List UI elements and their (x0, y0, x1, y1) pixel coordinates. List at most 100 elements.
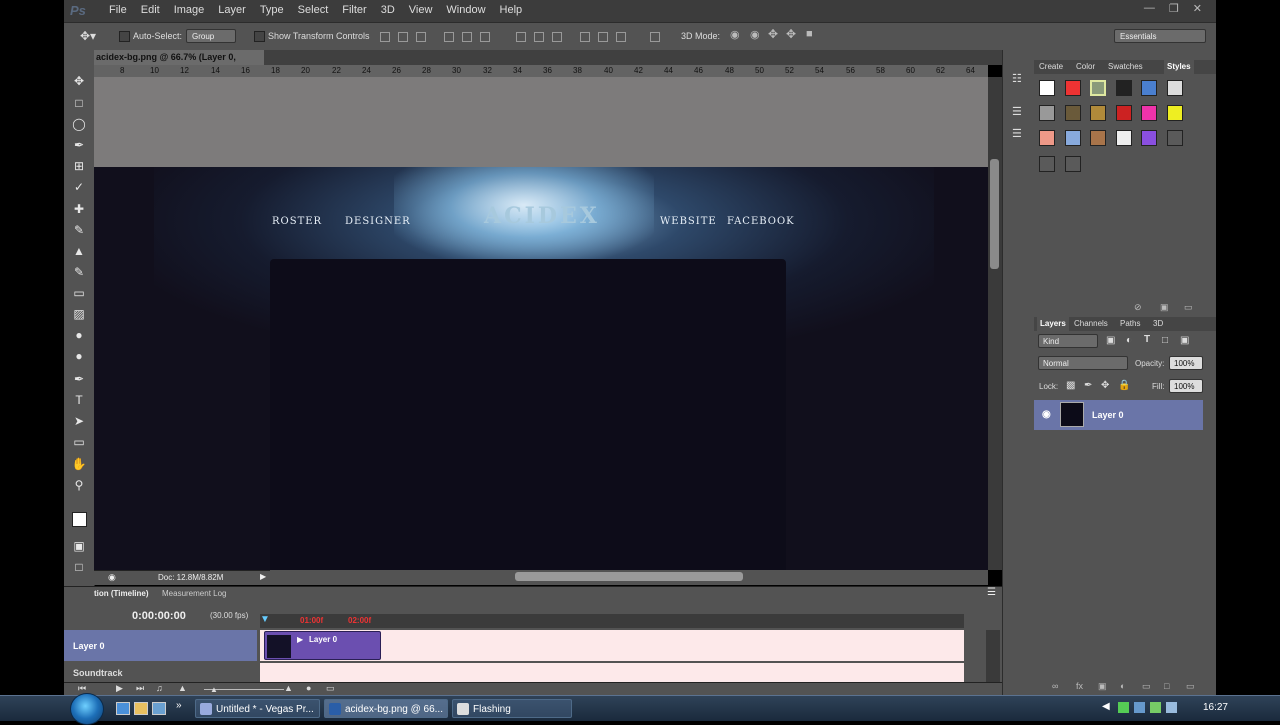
audio-track[interactable] (260, 663, 964, 682)
style-swatch[interactable] (1065, 105, 1081, 121)
style-swatch[interactable] (1090, 130, 1106, 146)
tab-3d[interactable]: 3D (1153, 319, 1163, 328)
taskbar-item-vegas[interactable]: Untitled * - Vegas Pr... (195, 699, 320, 718)
3d-scale-icon[interactable]: ■ (806, 28, 813, 40)
vertical-scroll-thumb[interactable] (990, 159, 999, 269)
tab-swatches[interactable]: Swatches (1108, 62, 1143, 71)
style-swatch[interactable] (1039, 130, 1055, 146)
eyedropper-tool-icon[interactable]: ✓ (71, 180, 87, 194)
style-swatch[interactable] (1039, 156, 1055, 172)
crop-tool-icon[interactable]: ⊞ (71, 159, 87, 173)
auto-select-checkbox[interactable]: Auto-Select: (119, 31, 182, 43)
quicklaunch-expand-icon[interactable]: » (176, 700, 182, 711)
menu-edit[interactable]: Edit (134, 4, 167, 16)
style-swatch[interactable] (1039, 105, 1055, 121)
distribute-hcenter-icon[interactable] (598, 32, 608, 42)
align-right-icon[interactable] (480, 32, 490, 42)
zoom-slider-handle[interactable]: ▲ (210, 685, 218, 694)
tray-icon[interactable] (1118, 702, 1129, 713)
new-layer-icon[interactable]: □ (1164, 681, 1169, 691)
3d-rotate-icon[interactable]: ◉ (730, 28, 740, 41)
clip-expand-icon[interactable]: ▶ (297, 635, 303, 644)
play-icon[interactable]: ▶ (116, 683, 123, 694)
workspace-dropdown[interactable]: Essentials (1114, 29, 1206, 43)
style-swatch[interactable] (1065, 80, 1081, 96)
folder-icon[interactable]: ▭ (1142, 681, 1151, 692)
fx-icon[interactable]: fx (1076, 681, 1083, 691)
zoom-in-icon[interactable]: ▲ (284, 683, 293, 693)
style-swatch[interactable] (1141, 80, 1157, 96)
lock-pixels-icon[interactable]: ✒ (1084, 380, 1092, 391)
menu-view[interactable]: View (402, 4, 440, 16)
audio-icon[interactable]: ♫ (156, 683, 163, 693)
layer-row[interactable]: ◉ Layer 0 (1034, 400, 1203, 430)
align-hcenter-icon[interactable] (462, 32, 472, 42)
style-swatch[interactable] (1116, 80, 1132, 96)
menu-3d[interactable]: 3D (374, 4, 402, 16)
delete-style-icon[interactable]: ▭ (1184, 302, 1193, 313)
close-icon[interactable]: ✕ (1193, 2, 1202, 15)
quicklaunch-icon[interactable] (152, 702, 166, 715)
kind-filter-dropdown[interactable]: Kind (1038, 334, 1098, 348)
next-frame-icon[interactable]: ⏭ (136, 683, 144, 694)
filter-adjust-icon[interactable]: ◐ (1126, 335, 1132, 346)
style-swatch[interactable] (1141, 105, 1157, 121)
distribute-vcenter-icon[interactable] (534, 32, 544, 42)
timeline-layer-row[interactable]: Layer 0 (64, 630, 257, 661)
tab-paths[interactable]: Paths (1120, 319, 1140, 328)
style-swatch[interactable] (1167, 105, 1183, 121)
align-left-icon[interactable] (444, 32, 454, 42)
fill-input[interactable]: 100% (1169, 379, 1203, 393)
filter-smart-icon[interactable]: ▣ (1180, 335, 1189, 346)
trash-icon[interactable]: ▭ (1186, 681, 1195, 692)
filter-type-icon[interactable]: T (1144, 334, 1150, 345)
history-panel-icon[interactable]: ☷ (1012, 72, 1022, 85)
3d-pan-icon[interactable]: ✥ (768, 27, 778, 41)
minimize-icon[interactable]: — (1144, 2, 1155, 15)
shape-tool-icon[interactable]: ▭ (71, 435, 87, 449)
tray-icon[interactable] (1166, 702, 1177, 713)
marquee-tool-icon[interactable]: □ (71, 96, 87, 110)
menu-window[interactable]: Window (439, 4, 492, 16)
adjustment-icon[interactable]: ◐ (1120, 681, 1125, 691)
foreground-color-swatch[interactable] (72, 512, 87, 527)
tab-timeline[interactable]: tion (Timeline) (94, 589, 149, 598)
new-style-icon[interactable]: ▣ (1160, 302, 1169, 313)
document-canvas[interactable]: ROSTER DESIGNER ACIDEX WEBSITE FACEBOOK (94, 77, 988, 570)
menu-help[interactable]: Help (493, 4, 530, 16)
tray-expand-icon[interactable]: ◀ (1102, 701, 1110, 712)
style-none[interactable] (1039, 80, 1055, 96)
distribute-left-icon[interactable] (580, 32, 590, 42)
style-swatch[interactable] (1116, 130, 1132, 146)
tab-layers[interactable]: Layers (1037, 317, 1069, 331)
quick-select-tool-icon[interactable]: ✒ (71, 138, 87, 152)
distribute-bottom-icon[interactable] (552, 32, 562, 42)
lasso-tool-icon[interactable]: ◯ (71, 117, 87, 131)
align-bottom-icon[interactable] (416, 32, 426, 42)
blend-mode-dropdown[interactable]: Normal (1038, 356, 1128, 370)
distribute-top-icon[interactable] (516, 32, 526, 42)
blur-tool-icon[interactable]: ● (71, 328, 87, 342)
tab-styles[interactable]: Styles (1164, 60, 1194, 74)
style-swatch[interactable] (1167, 80, 1183, 96)
filter-shape-icon[interactable]: □ (1162, 335, 1168, 346)
menu-layer[interactable]: Layer (211, 4, 253, 16)
lock-all-icon[interactable]: 🔒 (1118, 380, 1130, 391)
eraser-tool-icon[interactable]: ▭ (71, 286, 87, 300)
start-button[interactable] (70, 693, 104, 725)
split-icon[interactable]: ▲ (178, 683, 187, 693)
status-menu-arrow-icon[interactable]: ▶ (260, 572, 266, 581)
tab-color[interactable]: Color (1076, 62, 1095, 71)
align-vcenter-icon[interactable] (398, 32, 408, 42)
show-desktop-icon[interactable] (116, 702, 130, 715)
eye-icon[interactable]: ◉ (1042, 409, 1051, 420)
stamp-tool-icon[interactable]: ▲ (71, 244, 87, 258)
trash-icon[interactable]: ▭ (326, 683, 335, 694)
auto-align-icon[interactable] (650, 32, 660, 42)
hand-tool-icon[interactable]: ✋ (71, 457, 87, 471)
history-brush-tool-icon[interactable]: ✎ (71, 265, 87, 279)
tray-icon[interactable] (1134, 702, 1145, 713)
clock[interactable]: 16:27 (1203, 702, 1228, 713)
quick-mask-icon[interactable]: ▣ (71, 539, 87, 553)
lock-transparent-icon[interactable]: ▩ (1066, 380, 1075, 391)
